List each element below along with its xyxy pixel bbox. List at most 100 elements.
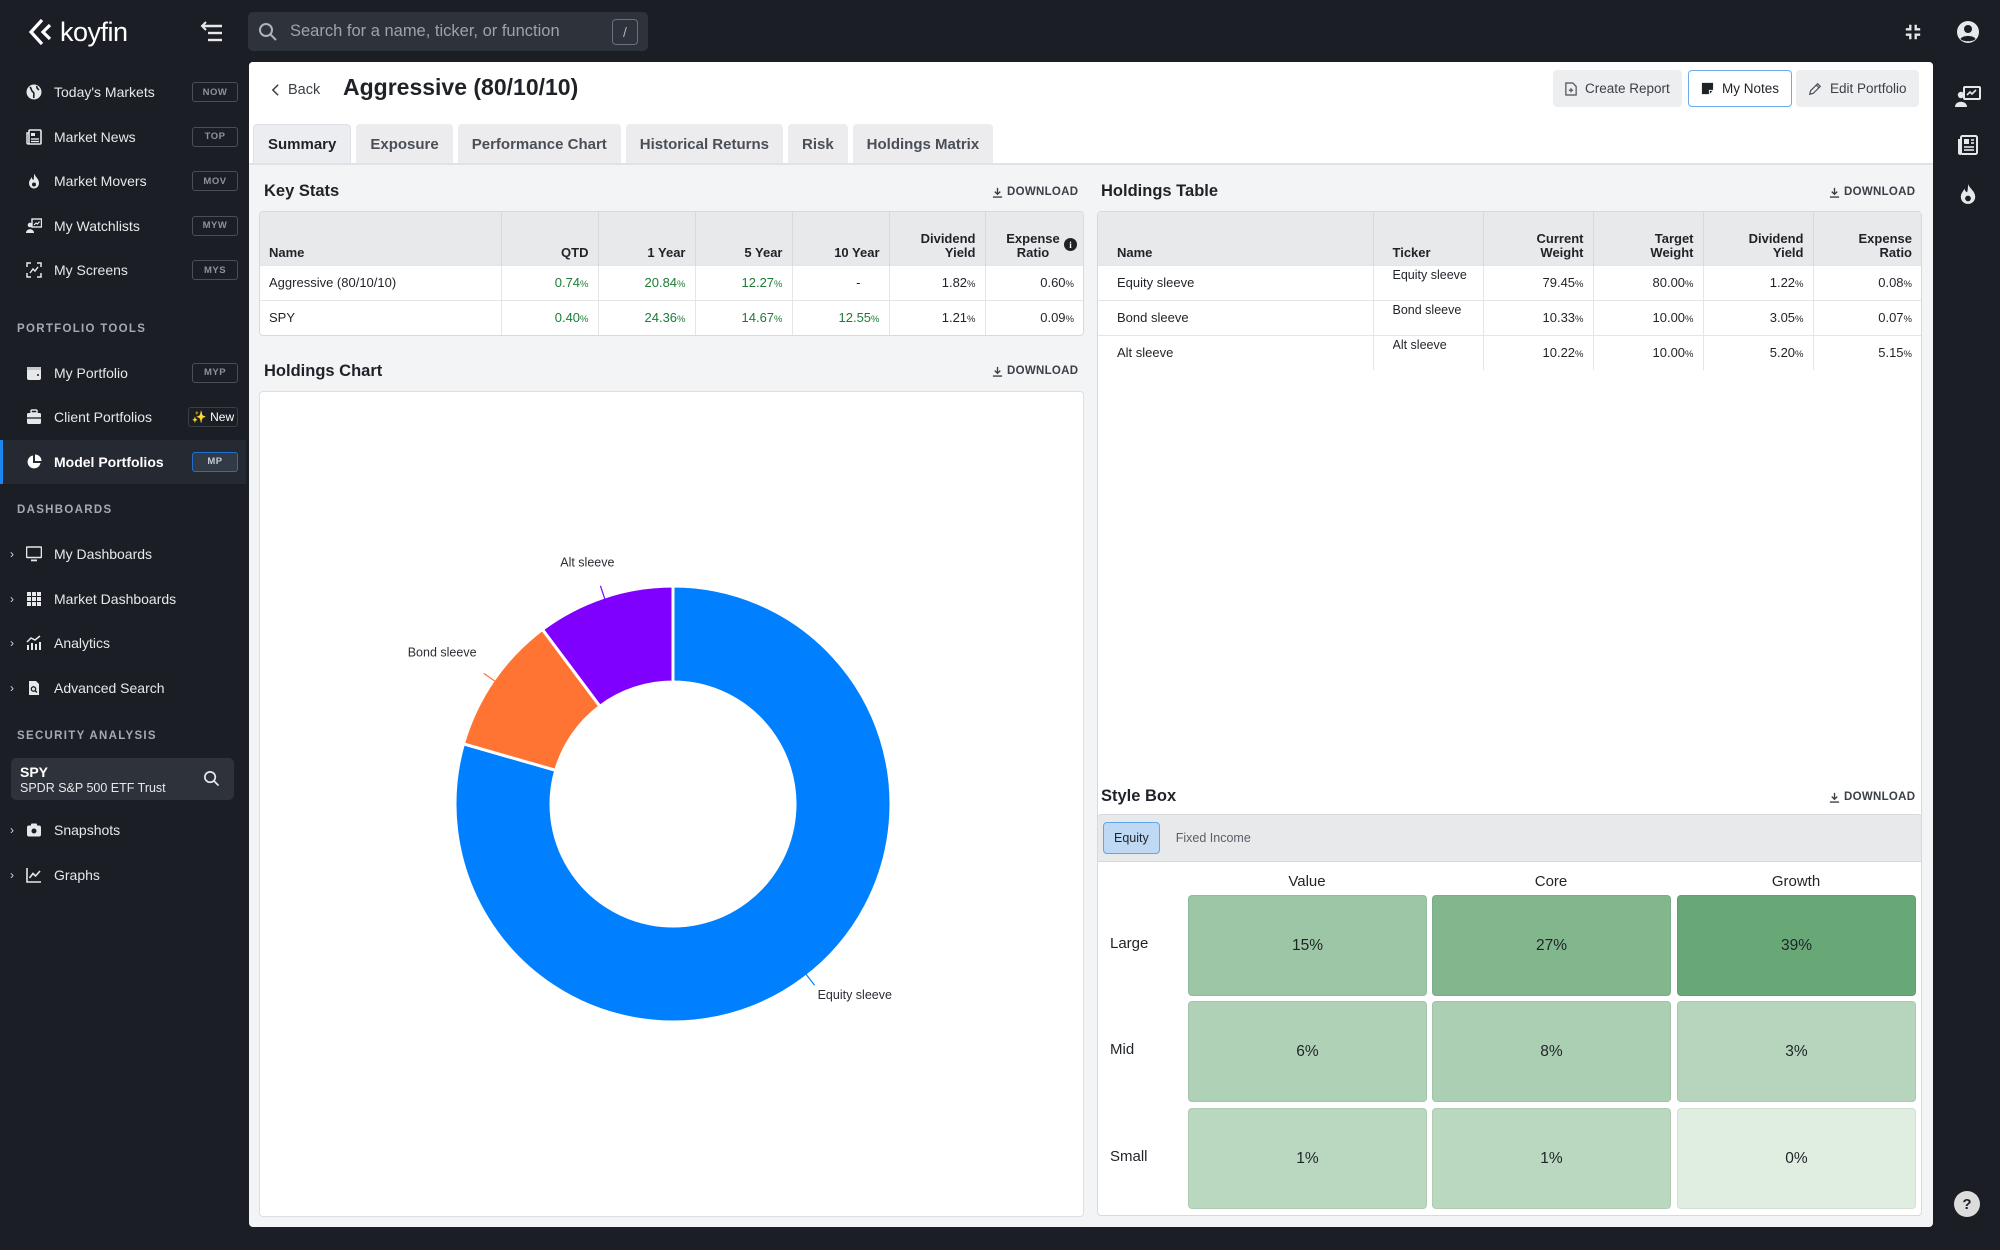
- column-header-expense-ratio[interactable]: Expense Ratio i: [985, 212, 1083, 265]
- column-header-label: Dividend Yield: [920, 230, 976, 260]
- tab-fixed-income[interactable]: Fixed Income: [1166, 822, 1261, 854]
- line-chart-icon: [26, 867, 42, 883]
- global-search[interactable]: /: [248, 12, 648, 51]
- rail-news-button[interactable]: [1954, 131, 1982, 159]
- tab-historical-returns[interactable]: Historical Returns: [625, 124, 783, 164]
- column-header-label: Target Weight: [1650, 230, 1694, 260]
- donut-label-alt-sleeve: Alt sleeve: [560, 556, 614, 570]
- cell-dividend-yield: 5.20%: [1703, 334, 1814, 370]
- sidebar-item-label: Market Movers: [54, 173, 147, 190]
- cell-name: Alt sleeve: [1098, 334, 1374, 370]
- holdings-table-download-button[interactable]: DOWNLOAD: [1829, 186, 1915, 198]
- sidebar-item-my-screens[interactable]: My Screens MYS: [0, 248, 246, 293]
- column-header-1-year[interactable]: 1 Year: [598, 212, 696, 265]
- table-row[interactable]: SPY 0.40% 24.36% 14.67% 12.55% 1.21% 0.0…: [260, 299, 1083, 335]
- chevron-right-icon: ›: [10, 547, 14, 562]
- back-button[interactable]: Back: [271, 78, 320, 102]
- create-report-button[interactable]: Create Report: [1553, 70, 1682, 107]
- sidebar-item-model-portfolios[interactable]: Model Portfolios MP: [0, 439, 246, 484]
- sidebar-item-advanced-search[interactable]: › Advanced Search: [0, 666, 246, 711]
- column-header-label: Expense Ratio: [1006, 230, 1060, 260]
- exit-fullscreen-button[interactable]: [1900, 20, 1926, 44]
- donut-label-bond-sleeve: Bond sleeve: [408, 645, 477, 659]
- style-box-cell-mid-core[interactable]: 8%: [1432, 1001, 1671, 1102]
- cell-target-weight: 80.00%: [1593, 264, 1704, 300]
- column-header-current-weight[interactable]: Current Weight: [1483, 212, 1594, 265]
- column-header-qtd[interactable]: QTD: [501, 212, 599, 265]
- search-icon[interactable]: [203, 770, 220, 787]
- chevron-left-icon: [271, 84, 279, 96]
- koyfin-logo[interactable]: koyfin: [28, 14, 128, 50]
- chevron-right-icon: ›: [10, 680, 14, 695]
- sidebar-item-graphs[interactable]: › Graphs: [0, 853, 246, 898]
- column-header-name[interactable]: Name: [260, 212, 502, 265]
- column-header-10-year[interactable]: 10 Year: [792, 212, 890, 265]
- style-box-cell-small-value[interactable]: 1%: [1188, 1108, 1427, 1209]
- cell-5-year: 14.67%: [695, 299, 793, 335]
- sidebar-item-snapshots[interactable]: › Snapshots: [0, 808, 246, 853]
- table-row[interactable]: Equity sleeve Equity sleeve 79.45% 80.00…: [1098, 264, 1921, 300]
- column-header-target-weight[interactable]: Target Weight: [1593, 212, 1704, 265]
- holdings-chart-download-button[interactable]: DOWNLOAD: [992, 365, 1078, 377]
- shortcut-badge: TOP: [192, 126, 238, 147]
- style-box-download-button[interactable]: DOWNLOAD: [1829, 791, 1915, 803]
- sidebar-item-client-portfolios[interactable]: Client Portfolios ✨ New: [0, 395, 246, 440]
- my-notes-button[interactable]: My Notes: [1688, 70, 1793, 107]
- sidebar-item-market-news[interactable]: Market News TOP: [0, 115, 246, 160]
- chevron-right-icon: ›: [10, 591, 14, 606]
- security-selector[interactable]: SPY SPDR S&P 500 ETF Trust: [11, 758, 234, 800]
- help-button[interactable]: ?: [1954, 1191, 1980, 1217]
- sidebar-item-label: Today's Markets: [54, 84, 155, 101]
- tab-holdings-matrix[interactable]: Holdings Matrix: [852, 124, 994, 164]
- style-box-cell-mid-growth[interactable]: 3%: [1677, 1001, 1916, 1102]
- security-ticker: SPY: [20, 764, 49, 780]
- cell-name: Aggressive (80/10/10): [260, 264, 502, 300]
- rail-watchlist-button[interactable]: [1954, 83, 1982, 111]
- column-header-expense-ratio[interactable]: Expense Ratio: [1813, 212, 1921, 265]
- style-box-cell-large-core[interactable]: 27%: [1432, 895, 1671, 996]
- tab-exposure[interactable]: Exposure: [356, 124, 453, 164]
- table-row[interactable]: Aggressive (80/10/10) 0.74% 20.84% 12.27…: [260, 264, 1083, 300]
- table-row[interactable]: Alt sleeve Alt sleeve 10.22% 10.00% 5.20…: [1098, 334, 1921, 370]
- sidebar-item-label: Client Portfolios: [54, 409, 153, 426]
- user-account-button[interactable]: [1953, 17, 1983, 47]
- column-header-5-year[interactable]: 5 Year: [695, 212, 793, 265]
- sidebar-item-todays-markets[interactable]: Today's Markets NOW: [0, 70, 246, 115]
- sidebar-item-label: Advanced Search: [54, 679, 165, 696]
- koyfin-logo-icon: [28, 18, 52, 46]
- cell-ticker: Alt sleeve: [1373, 334, 1484, 370]
- column-header-dividend-yield[interactable]: Dividend Yield: [889, 212, 986, 265]
- tab-equity[interactable]: Equity: [1103, 822, 1160, 854]
- style-box-cell-small-core[interactable]: 1%: [1432, 1108, 1671, 1209]
- column-header-dividend-yield[interactable]: Dividend Yield: [1703, 212, 1814, 265]
- style-box-cell-large-growth[interactable]: 39%: [1677, 895, 1916, 996]
- tab-summary[interactable]: Summary: [253, 124, 352, 164]
- sidebar-item-my-watchlists[interactable]: My Watchlists MYW: [0, 204, 246, 249]
- tab-performance-chart[interactable]: Performance Chart: [457, 124, 621, 164]
- style-box-column-core: Core: [1534, 873, 1568, 890]
- sidebar-item-market-movers[interactable]: Market Movers MOV: [0, 159, 246, 204]
- style-box-cell-mid-value[interactable]: 6%: [1188, 1001, 1427, 1102]
- edit-portfolio-button[interactable]: Edit Portfolio: [1796, 70, 1919, 107]
- info-icon[interactable]: i: [1064, 238, 1077, 251]
- sidebar-item-analytics[interactable]: › Analytics: [0, 621, 246, 666]
- table-row[interactable]: Bond sleeve Bond sleeve 10.33% 10.00% 3.…: [1098, 299, 1921, 335]
- holdings-table-title: Holdings Table: [1101, 182, 1219, 200]
- watchlist-icon: [26, 218, 42, 234]
- sidebar-item-my-dashboards[interactable]: › My Dashboards: [0, 532, 246, 577]
- sidebar-item-market-dashboards[interactable]: › Market Dashboards: [0, 577, 246, 622]
- key-stats-download-button[interactable]: DOWNLOAD: [992, 186, 1078, 198]
- style-box-cell-small-growth[interactable]: 0%: [1677, 1108, 1916, 1209]
- tab-risk[interactable]: Risk: [787, 124, 848, 164]
- download-icon: [992, 366, 1003, 377]
- sidebar-item-my-portfolio[interactable]: My Portfolio MYP: [0, 351, 246, 396]
- download-label: DOWNLOAD: [1007, 365, 1079, 377]
- cell-name: SPY: [260, 299, 502, 335]
- search-input[interactable]: [290, 22, 612, 41]
- column-header-ticker[interactable]: Ticker: [1373, 212, 1484, 265]
- collapse-sidebar-button[interactable]: [198, 18, 228, 46]
- column-header-name[interactable]: Name: [1098, 212, 1374, 265]
- pie-chart-icon: [26, 454, 42, 470]
- style-box-cell-large-value[interactable]: 15%: [1188, 895, 1427, 996]
- rail-movers-button[interactable]: [1954, 180, 1982, 208]
